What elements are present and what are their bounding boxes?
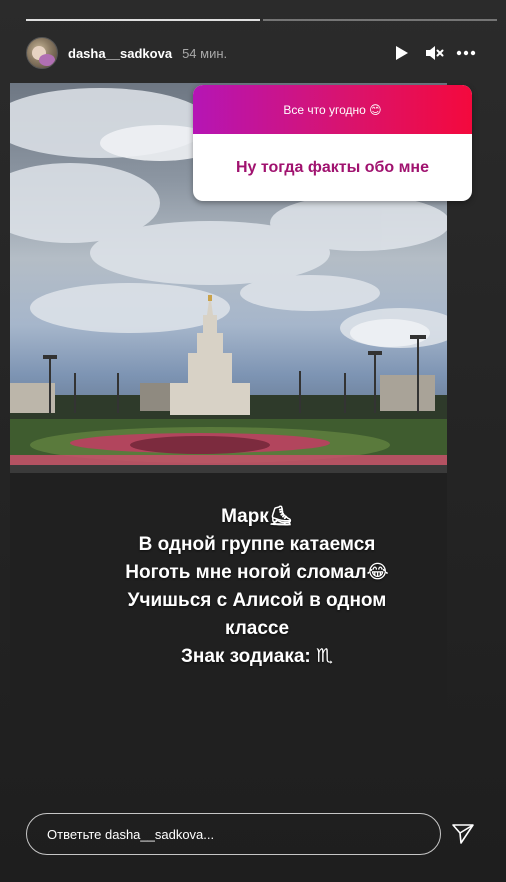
play-icon[interactable] [392, 43, 412, 63]
caption-line: Учишься с Алисой в одном [127, 590, 387, 611]
question-sticker[interactable]: Все что угодно 😊 Ну тогда факты обо мне [193, 85, 472, 201]
post-time: 54 мин. [182, 45, 228, 61]
caption-line: классе [224, 618, 290, 639]
avatar[interactable] [26, 37, 58, 69]
caption-line: Ноготь мне ногой сломал😂 [125, 562, 389, 583]
caption-line: Знак зодиака: ♏ [180, 646, 334, 667]
question-prompt: Все что угодно 😊 [193, 85, 472, 134]
question-answer: Ну тогда факты обо мне [236, 158, 429, 176]
story-header: dasha__sadkova 54 мин. [26, 37, 476, 69]
caption-line: В одной группе катаемся [138, 534, 376, 555]
mute-icon[interactable] [424, 43, 444, 63]
story-viewer: dasha__sadkova 54 мин. Все что угодно 😊 … [0, 0, 506, 882]
story-caption: Марк⛸ В одной группе катаемся Ноготь мне… [92, 503, 422, 671]
send-icon[interactable] [451, 822, 475, 846]
caption-line: Марк⛸ [221, 506, 293, 527]
progress-segment [26, 19, 260, 21]
more-icon[interactable] [456, 43, 476, 63]
progress-segment [263, 19, 497, 21]
story-progress-bar [26, 19, 497, 21]
reply-input[interactable]: Ответьте dasha__sadkova... [26, 813, 441, 855]
username[interactable]: dasha__sadkova [68, 46, 172, 61]
reply-placeholder: Ответьте dasha__sadkova... [47, 826, 215, 842]
story-controls [392, 37, 476, 69]
